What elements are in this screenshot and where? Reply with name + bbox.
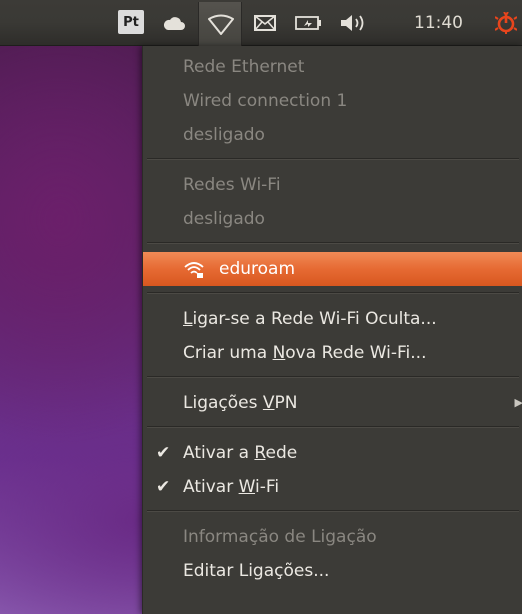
separator [147,158,519,160]
connect-hidden-wifi-item[interactable]: Ligar-se a Rede Wi-Fi Oculta... [143,302,522,336]
submenu-arrow-icon: ▶ [514,396,522,409]
edit-connections-item[interactable]: Editar Ligações... [143,554,522,588]
wifi-icon [208,14,234,35]
cloud-icon[interactable] [156,0,192,46]
separator [147,242,519,244]
wifi-status: desligado [183,209,265,229]
mnemonic: W [238,477,256,497]
wifi-header: Redes Wi-Fi [183,175,281,195]
battery-icon[interactable] [290,0,328,46]
keyboard-layout-indicator[interactable]: Pt [118,10,144,34]
label-text: i-Fi [255,477,280,497]
separator [147,292,519,294]
mail-icon[interactable] [248,0,282,46]
label-text: ova Rede Wi-Fi... [285,343,427,363]
wifi-signal-icon [184,262,204,278]
enable-networking-item[interactable]: ✔ Ativar a Rede [143,436,522,470]
label-text: Ativar [183,477,239,497]
ethernet-status: desligado [183,125,265,145]
network-item-eduroam[interactable]: eduroam [143,252,522,286]
label-text: igar-se a Rede Wi-Fi Oculta... [192,309,437,329]
network-menu: Rede Ethernet Wired connection 1 desliga… [142,46,522,614]
top-panel: Pt 11:40 [0,0,522,46]
label-text: Ativar a [183,443,255,463]
label-text: ede [265,443,298,463]
separator [147,376,519,378]
connection-info-item: Informação de Ligação [183,527,377,547]
session-icon[interactable] [490,0,522,46]
ethernet-header: Rede Ethernet [183,57,305,77]
mnemonic: N [272,343,286,363]
network-name: eduroam [219,259,296,279]
label-text: Ligações [183,393,263,413]
label-text: PN [274,393,298,413]
label-text: Criar uma [183,343,273,363]
mnemonic: V [262,393,275,413]
create-new-wifi-item[interactable]: Criar uma Nova Rede Wi-Fi... [143,336,522,370]
enable-wifi-item[interactable]: ✔ Ativar Wi-Fi [143,470,522,504]
vpn-connections-item[interactable]: Ligações VPN ▶ [143,386,522,420]
clock[interactable]: 11:40 [414,0,463,46]
separator [147,426,519,428]
ethernet-connection-name: Wired connection 1 [183,91,348,111]
mnemonic: R [254,443,266,463]
checkmark-icon: ✔ [156,443,171,463]
checkmark-icon: ✔ [156,477,171,497]
network-indicator-active[interactable] [198,2,242,46]
separator [147,510,519,512]
volume-icon[interactable] [334,0,374,46]
